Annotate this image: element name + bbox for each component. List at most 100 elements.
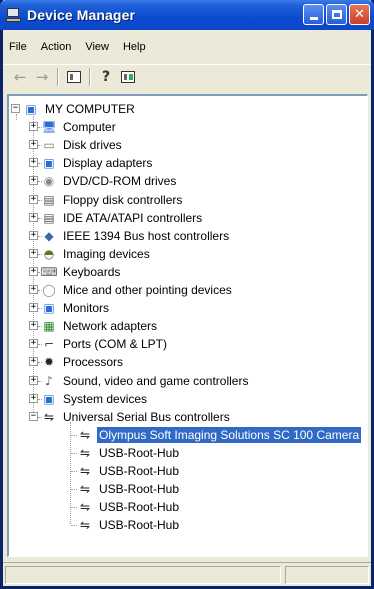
tree-item-network-adapter[interactable]: ▦ Network adapters — [41, 317, 159, 335]
properties-button[interactable] — [117, 66, 139, 88]
disk-drive-icon: ▭ — [43, 138, 55, 153]
tree-item-imaging-device[interactable]: ◓ Imaging devices — [41, 245, 152, 263]
tree-item-label: Olympus Soft Imaging Solutions SC 100 Ca… — [95, 425, 363, 444]
tree-item-disk-drive[interactable]: ▭ Disk drives — [41, 136, 124, 154]
tree-item-label: IDE ATA/ATAPI controllers — [63, 210, 203, 225]
tree-item-label: USB-Root-Hub — [99, 445, 180, 460]
ide-controller-icon: ▤ — [43, 210, 55, 225]
show-hide-console-tree-button[interactable] — [63, 66, 85, 88]
system-device-icon: ▣ — [43, 391, 55, 406]
help-button[interactable]: ? — [95, 66, 117, 88]
maximize-button[interactable] — [326, 4, 347, 25]
expand-collapse-button[interactable]: + — [29, 230, 38, 240]
expand-collapse-button[interactable]: − — [29, 411, 38, 421]
tree-connector — [71, 471, 77, 472]
tree-connector — [38, 398, 42, 400]
expand-collapse-button[interactable]: + — [29, 357, 38, 367]
menu-file[interactable]: File — [3, 41, 34, 53]
expand-collapse-button[interactable]: + — [29, 194, 38, 204]
mouse-icon: ◯ — [42, 283, 56, 297]
tree-item-ide-controller[interactable]: ▤ IDE ATA/ATAPI controllers — [41, 209, 204, 227]
usb-icon: ⇋ — [43, 409, 55, 424]
tree-connector — [71, 507, 77, 509]
tree-item-label: IEEE 1394 Bus host controllers — [63, 228, 230, 243]
tree-connector — [38, 271, 42, 273]
forward-button[interactable]: → — [31, 66, 53, 88]
tree-item-usb-root-hub[interactable]: ⇋ USB-Root-Hub — [77, 480, 181, 498]
tree-root-my-computer[interactable]: ▣ MY COMPUTER — [23, 100, 137, 118]
expand-collapse-button[interactable]: + — [29, 176, 38, 186]
menu-action[interactable]: Action — [34, 41, 79, 53]
menu-view[interactable]: View — [78, 41, 116, 53]
tree-connector — [71, 434, 77, 436]
expand-collapse-button[interactable]: + — [29, 122, 38, 132]
tree-item-label: USB-Root-Hub — [99, 482, 180, 497]
expand-collapse-button[interactable]: + — [29, 303, 38, 313]
tree-item-label: Mice and other pointing devices — [63, 283, 232, 297]
network-adapter-icon: ▦ — [43, 319, 55, 334]
status-bar — [3, 562, 371, 586]
tree-connector — [16, 114, 17, 120]
tree-item-display-adapter[interactable]: ▣ Display adapters — [41, 154, 154, 172]
monitor-icon: ▣ — [43, 301, 55, 316]
tree-item-usb-root-hub[interactable]: ⇋ USB-Root-Hub — [77, 498, 181, 516]
title-bar[interactable]: Device Manager ✕ — [0, 0, 374, 30]
tree-item-selected-camera[interactable]: ⇋ Olympus Soft Imaging Solutions SC 100 C… — [77, 425, 363, 444]
back-button[interactable]: ← — [9, 66, 31, 88]
console-tree-icon — [67, 70, 81, 83]
expand-collapse-button[interactable]: + — [29, 393, 38, 403]
tree-connector — [38, 308, 42, 310]
tree-item-label: MY COMPUTER — [45, 102, 135, 116]
close-button[interactable]: ✕ — [349, 4, 370, 25]
tree-connector — [38, 217, 42, 219]
floppy-controller-icon: ▤ — [43, 192, 55, 207]
status-pane-secondary — [285, 566, 369, 584]
tree-item-usb-root-hub[interactable]: ⇋ USB-Root-Hub — [77, 444, 181, 462]
menu-bar: File Action View Help — [3, 37, 153, 57]
tree-item-processor[interactable]: ✹ Processors — [41, 353, 125, 371]
computer-icon: 🖥 — [41, 120, 57, 135]
expand-collapse-button[interactable]: + — [29, 285, 38, 294]
minimize-button[interactable] — [303, 4, 324, 25]
expand-collapse-button[interactable]: + — [29, 266, 38, 276]
tree-item-usb-root-hub[interactable]: ⇋ USB-Root-Hub — [77, 516, 181, 534]
tree-item-sound[interactable]: ♪ Sound, video and game controllers — [41, 372, 250, 390]
tree-item-label: USB-Root-Hub — [99, 500, 180, 515]
tree-item-ieee1394[interactable]: ◆ IEEE 1394 Bus host controllers — [41, 227, 231, 245]
tree-item-cd-drive[interactable]: ◉ DVD/CD-ROM drives — [41, 172, 178, 190]
minimize-icon — [309, 17, 318, 20]
tree-connector — [38, 253, 42, 255]
tree-item-monitor[interactable]: ▣ Monitors — [41, 299, 111, 317]
tree-connector — [71, 489, 77, 491]
port-icon: ⌐ — [43, 337, 55, 352]
tree-item-label: Imaging devices — [63, 246, 150, 261]
tree-item-computer[interactable]: 🖥 Computer — [41, 118, 118, 136]
expand-collapse-button[interactable]: + — [29, 158, 38, 168]
tree-item-keyboard[interactable]: ⌨ Keyboards — [40, 263, 122, 281]
tree-item-mouse[interactable]: ◯ Mice and other pointing devices — [41, 281, 234, 299]
tree-connector — [38, 199, 42, 201]
expand-collapse-button[interactable]: − — [11, 104, 20, 113]
expand-collapse-button[interactable]: + — [29, 375, 38, 385]
tree-item-label: Computer — [63, 120, 116, 135]
tree-item-label: Ports (COM & LPT) — [63, 337, 168, 352]
expand-collapse-button[interactable]: + — [29, 212, 38, 222]
usb-device-icon: ⇋ — [79, 482, 91, 497]
menu-help[interactable]: Help — [116, 41, 153, 53]
tree-item-label: System devices — [63, 391, 148, 406]
expand-collapse-button[interactable]: + — [29, 248, 38, 258]
tree-item-system-device[interactable]: ▣ System devices — [41, 390, 149, 408]
expand-collapse-button[interactable]: + — [29, 339, 38, 349]
tree-connector — [70, 421, 71, 525]
toolbar-separator — [57, 67, 59, 86]
tree-item-label: Floppy disk controllers — [63, 192, 183, 207]
tree-item-port[interactable]: ⌐ Ports (COM & LPT) — [41, 335, 169, 353]
device-manager-icon — [6, 7, 22, 23]
tree-item-usb-root-hub[interactable]: ⇋ USB-Root-Hub — [77, 462, 181, 480]
tree-item-floppy-controller[interactable]: ▤ Floppy disk controllers — [41, 191, 184, 209]
expand-collapse-button[interactable]: + — [29, 140, 38, 150]
device-tree[interactable]: − ▣ MY COMPUTER + 🖥 Computer + ▭ Disk drives + ▣ Di… — [7, 94, 368, 557]
display-adapter-icon: ▣ — [43, 156, 55, 171]
expand-collapse-button[interactable]: + — [29, 321, 38, 331]
tree-connector — [38, 290, 42, 291]
